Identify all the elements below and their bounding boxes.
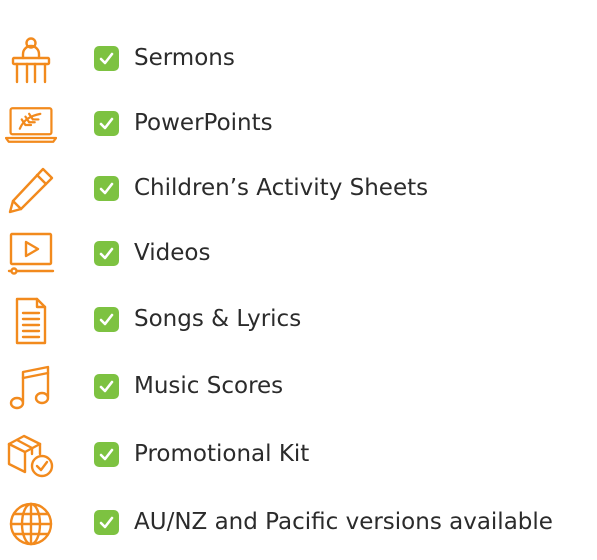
music-notes-icon <box>5 360 57 416</box>
checkmark-icon <box>94 176 119 201</box>
list-item: Promotional Kit <box>0 428 597 492</box>
laptop-icon <box>5 97 57 153</box>
globe-icon <box>5 496 57 552</box>
document-icon <box>5 293 57 349</box>
checkmark-icon <box>94 442 119 467</box>
checkmark-icon <box>94 46 119 71</box>
list-item: Videos <box>0 227 597 291</box>
feature-label: PowerPoints <box>134 110 273 136</box>
feature-label: Sermons <box>134 45 235 71</box>
feature-label: Songs & Lyrics <box>134 306 302 332</box>
video-play-icon <box>5 227 57 283</box>
feature-list: Sermons PowerPoints Children’s Activity … <box>0 0 597 551</box>
feature-label: Videos <box>134 240 211 266</box>
list-item: Music Scores <box>0 360 597 424</box>
checkmark-icon <box>94 374 119 399</box>
checkmark-icon <box>94 510 119 535</box>
checkmark-icon <box>94 307 119 332</box>
feature-label: AU/NZ and Pacific versions available <box>134 509 553 535</box>
list-item: Sermons <box>0 32 597 96</box>
list-item: PowerPoints <box>0 97 597 161</box>
checkmark-icon <box>94 241 119 266</box>
pulpit-icon <box>5 32 57 88</box>
box-check-icon <box>5 428 57 484</box>
list-item: AU/NZ and Pacific versions available <box>0 496 597 560</box>
feature-label: Children’s Activity Sheets <box>134 175 429 201</box>
list-item: Songs & Lyrics <box>0 293 597 357</box>
feature-label: Music Scores <box>134 373 284 399</box>
pencil-icon <box>5 162 57 218</box>
list-item: Children’s Activity Sheets <box>0 162 597 226</box>
checkmark-icon <box>94 111 119 136</box>
feature-label: Promotional Kit <box>134 441 310 467</box>
